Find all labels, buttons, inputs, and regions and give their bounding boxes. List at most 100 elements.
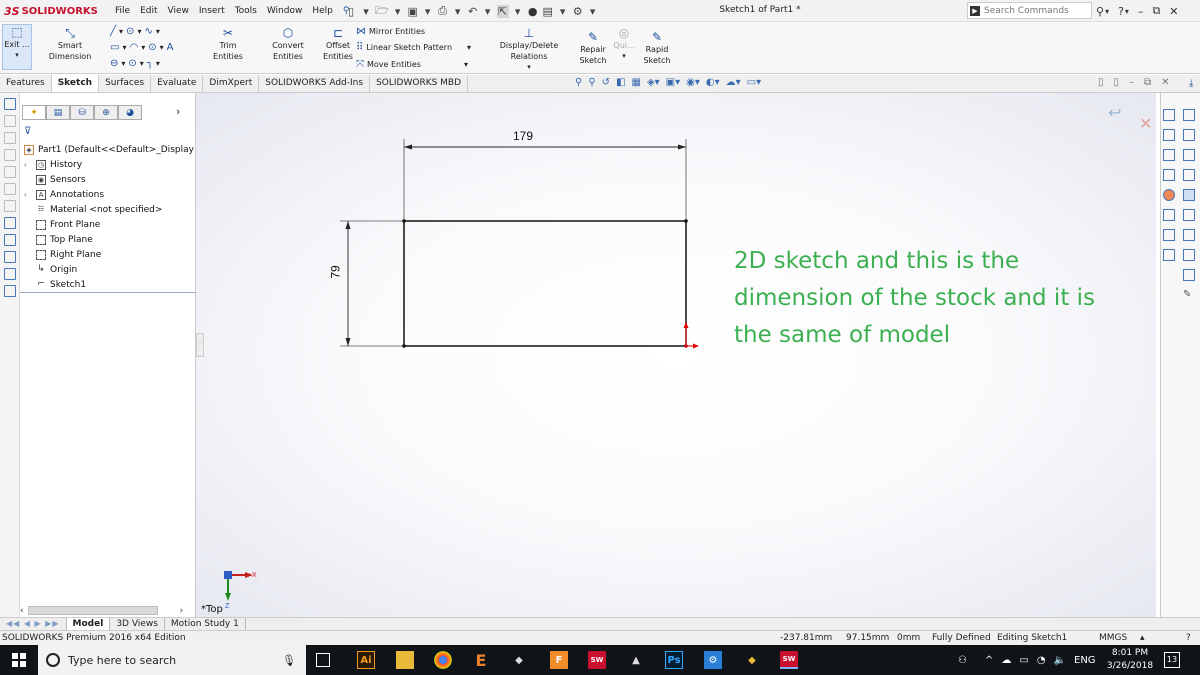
exit-sketch-button[interactable]: ⬚ Exit ... ▾ (2, 24, 32, 70)
tree-item-material[interactable]: ☷ Material <not specified> (24, 205, 163, 215)
view-cube-icon[interactable] (1183, 129, 1195, 141)
print-icon[interactable]: ⎙ (437, 4, 449, 18)
task-view-icon[interactable] (316, 653, 330, 667)
expand-tabs-icon[interactable]: › (176, 105, 180, 120)
graphics-area[interactable]: X Z ↩ ✕ 179 79 2D sketch and this is the… (196, 93, 1156, 617)
point-icon[interactable]: ⊙ (148, 42, 156, 53)
status-help-icon[interactable]: ? (1186, 633, 1191, 643)
sketch-tool-icon[interactable] (4, 115, 16, 127)
arc-icon[interactable]: ◠ (129, 42, 138, 53)
dimxpert-tab-icon[interactable]: ⊕ (94, 105, 118, 120)
menu-edit[interactable]: Edit (135, 6, 162, 16)
solidworks-logo[interactable]: 3S SOLIDWORKS (4, 3, 98, 19)
sketch-pencil-icon[interactable]: ✎ (1183, 289, 1195, 301)
sketch-canvas[interactable]: X Z ↩ ✕ (196, 93, 1156, 617)
rectangle-icon[interactable]: ▭ (110, 42, 119, 53)
trim-entities-button[interactable]: ✂ Trim Entities (204, 26, 252, 62)
tab-surfaces[interactable]: Surfaces (99, 75, 152, 92)
tree-root[interactable]: ◈ Part1 (Default<<Default>_Display Sta (24, 145, 212, 155)
show-hidden-icons[interactable]: ^ (985, 655, 993, 666)
circle-icon[interactable]: ⊙ (126, 26, 134, 37)
sketch-tool-icon[interactable] (4, 200, 16, 212)
design-library-icon[interactable] (1163, 129, 1175, 141)
search-commands-field[interactable]: ▶ Search Commands (967, 2, 1092, 19)
taskbar-clock[interactable]: 8:01 PM 3/26/2018 (1105, 647, 1155, 673)
sketch-tool-icon[interactable] (4, 217, 16, 229)
confirm-sketch-icon[interactable]: ↩ (1108, 103, 1121, 122)
illustrator-icon[interactable]: Ai (357, 651, 375, 669)
display-style-icon[interactable]: ▣▾ (666, 77, 680, 88)
tab-dimxpert[interactable]: DimXpert (203, 75, 260, 92)
sketch-tool-icon[interactable] (4, 268, 16, 280)
onedrive-icon[interactable]: ☁ (1001, 655, 1011, 666)
search-dropdown-icon[interactable]: ▾ (1105, 7, 1109, 16)
battery-icon[interactable]: ▭ (1019, 655, 1028, 666)
mirror-entities-button[interactable]: ⋈ Mirror Entities (356, 26, 425, 37)
view-cube-icon[interactable] (1183, 149, 1195, 161)
text-icon[interactable]: A (167, 42, 174, 53)
feature-tree-tab-icon[interactable]: ✦ (22, 105, 46, 120)
sketch-tool-icon[interactable] (4, 132, 16, 144)
file-explorer-icon[interactable] (1163, 149, 1175, 161)
viewport-restore-icon[interactable]: ⧉ (1144, 77, 1151, 88)
solidworks-active-icon[interactable]: SW (780, 651, 798, 669)
app-icon[interactable]: ◆ (510, 651, 528, 669)
app-icon[interactable]: ▲ (627, 651, 645, 669)
solidworks-taskbar-icon[interactable]: SW (588, 651, 606, 669)
hide-show-icon[interactable]: ◉▾ (686, 77, 700, 88)
file-properties-icon[interactable]: ▤ (542, 5, 554, 18)
tab-mbd[interactable]: SOLIDWORKS MBD (370, 75, 469, 92)
tree-item-origin[interactable]: ↳ Origin (24, 265, 77, 276)
view-cube-icon[interactable] (1183, 229, 1195, 241)
restore-icon[interactable]: ⧉ (1152, 4, 1160, 18)
tree-item-sensors[interactable]: ◉ Sensors (24, 175, 86, 185)
network-icon[interactable]: ◔ (1037, 655, 1046, 666)
solidworks-resources-icon[interactable] (1163, 109, 1175, 121)
edit-appearance-icon[interactable]: ◐▾ (706, 77, 720, 88)
microphone-icon[interactable]: 🎙 (282, 654, 296, 667)
view-cube-icon[interactable] (1183, 249, 1195, 261)
apply-scene-icon[interactable]: ☁▾ (726, 77, 741, 88)
menu-file[interactable]: File (110, 6, 135, 16)
sketch-tool-icon[interactable] (4, 285, 16, 297)
scroll-right-icon[interactable]: › (180, 606, 184, 616)
convert-entities-button[interactable]: ⬡ Convert Entities (256, 26, 320, 62)
sketch-tool-icon[interactable] (4, 234, 16, 246)
volume-icon[interactable]: 🔈 (1054, 655, 1066, 666)
windows-start-icon[interactable] (12, 653, 26, 667)
view-cube-icon[interactable] (1183, 109, 1195, 121)
tab-addins[interactable]: SOLIDWORKS Add-Ins (259, 75, 371, 92)
polygon-icon[interactable]: ⊙ (128, 58, 136, 69)
view-settings-icon[interactable]: ▭▾ (747, 77, 761, 88)
configuration-tab-icon[interactable]: ⛁ (70, 105, 94, 120)
chrome-icon[interactable] (434, 651, 452, 669)
tree-item-top-plane[interactable]: Top Plane (24, 235, 93, 245)
people-icon[interactable]: ⚇ (958, 655, 967, 666)
options-icon[interactable]: ⚙ (572, 5, 584, 18)
slot-icon[interactable]: ⊖ (110, 58, 118, 69)
cancel-sketch-icon[interactable]: ✕ (1139, 114, 1152, 133)
app-icon[interactable]: ◆ (743, 651, 761, 669)
sketch-tool-icon[interactable] (4, 183, 16, 195)
line-icon[interactable]: ╱ (110, 26, 116, 37)
f-app-icon[interactable]: F (550, 651, 568, 669)
task-pane-expand-icon[interactable]: ⤓ (1189, 78, 1193, 89)
tab-3d-views[interactable]: 3D Views (110, 618, 165, 630)
sketch-tool-icon[interactable] (4, 166, 16, 178)
rectangle-vertex[interactable] (402, 344, 406, 348)
display-manager-tab-icon[interactable]: ◕ (118, 105, 142, 120)
panel-collapse-handle[interactable]: ◦ (196, 333, 204, 357)
scroll-thumb[interactable] (27, 606, 158, 615)
zoom-to-area-icon[interactable]: ⚲ (588, 77, 595, 88)
view-cube-icon[interactable] (1183, 189, 1195, 201)
display-delete-relations-button[interactable]: ⊥ Display/Delete Relations ▾ (482, 26, 576, 73)
tab-features[interactable]: Features (0, 75, 52, 92)
view-orientation-icon[interactable]: ◈▾ (647, 77, 660, 88)
filter-icon[interactable]: ⊽ (24, 126, 31, 137)
open-icon[interactable]: 🗁 (375, 2, 389, 21)
view-cube-icon[interactable] (1183, 169, 1195, 181)
rectangle-vertex[interactable] (402, 219, 406, 223)
menu-insert[interactable]: Insert (194, 6, 230, 16)
tree-item-right-plane[interactable]: Right Plane (24, 250, 101, 260)
rapid-sketch-button[interactable]: ✎ Rapid Sketch (642, 30, 672, 66)
